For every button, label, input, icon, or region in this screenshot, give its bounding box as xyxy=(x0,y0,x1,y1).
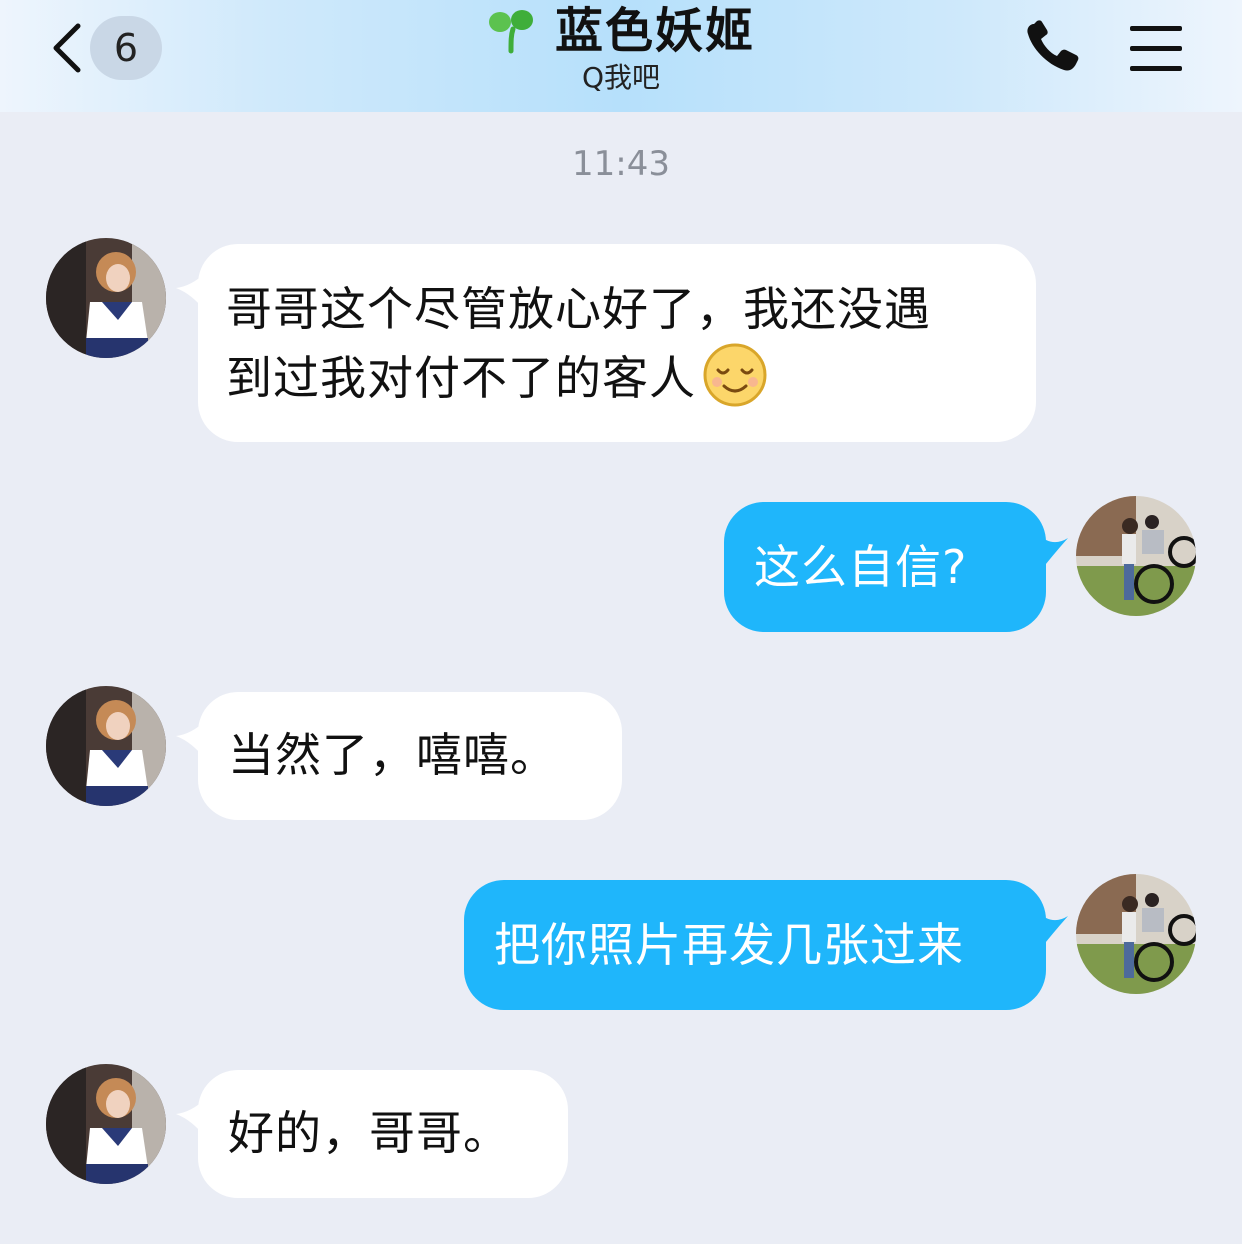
message-text: 好的，哥哥。 xyxy=(228,1106,510,1160)
my-avatar[interactable] xyxy=(1076,496,1196,616)
voice-call-button[interactable] xyxy=(1020,18,1084,78)
more-menu-button[interactable] xyxy=(1126,20,1186,76)
my-avatar-image xyxy=(1076,874,1196,994)
contact-avatar[interactable] xyxy=(46,1064,166,1184)
message-text: 当然了，嘻嘻。 xyxy=(228,728,557,782)
outgoing-bubble-tail xyxy=(1038,912,1068,952)
menu-icon xyxy=(1130,26,1182,71)
message-text: 到过我对付不了的客人 xyxy=(226,351,696,405)
chat-subtitle: Q我吧 xyxy=(581,61,661,94)
contact-avatar[interactable] xyxy=(46,238,166,358)
contact-avatar[interactable] xyxy=(46,686,166,806)
contact-avatar-image xyxy=(46,686,166,806)
incoming-message-bubble[interactable]: 好的，哥哥。 xyxy=(198,1070,568,1198)
chat-header: 6 蓝色妖姬 Q我吧 xyxy=(0,0,1242,112)
sprout-icon xyxy=(488,10,533,54)
outgoing-bubble-tail xyxy=(1038,534,1068,574)
chat-title: 蓝色妖姬 xyxy=(554,3,755,59)
unread-count-badge: 6 xyxy=(90,16,162,80)
phone-icon xyxy=(1027,20,1079,71)
back-button[interactable]: 6 xyxy=(40,14,170,84)
outgoing-message-bubble[interactable]: 这么自信? xyxy=(724,502,1046,632)
chat-title-area[interactable]: 蓝色妖姬 Q我吧 xyxy=(450,0,792,112)
my-avatar-image xyxy=(1076,496,1196,616)
chat-screen: 6 蓝色妖姬 Q我吧 11:43 哥哥这个尽管放心好了，我还没遇 到过我对付不了… xyxy=(0,0,1242,1244)
message-timestamp: 11:43 xyxy=(572,144,670,184)
back-chevron-icon xyxy=(53,23,81,73)
message-text-line: 哥哥这个尽管放心好了，我还没遇 xyxy=(226,282,931,336)
contact-avatar-image xyxy=(46,238,166,358)
smile-emoji xyxy=(703,343,767,407)
incoming-message-bubble[interactable]: 哥哥这个尽管放心好了，我还没遇 到过我对付不了的客人 xyxy=(198,244,1036,442)
message-text-line: 到过我对付不了的客人 xyxy=(226,342,1008,411)
my-avatar[interactable] xyxy=(1076,874,1196,994)
outgoing-message-bubble[interactable]: 把你照片再发几张过来 xyxy=(464,880,1046,1010)
contact-avatar-image xyxy=(46,1064,166,1184)
message-text: 这么自信? xyxy=(754,540,968,594)
incoming-message-bubble[interactable]: 当然了，嘻嘻。 xyxy=(198,692,622,820)
message-text: 把你照片再发几张过来 xyxy=(494,918,964,972)
